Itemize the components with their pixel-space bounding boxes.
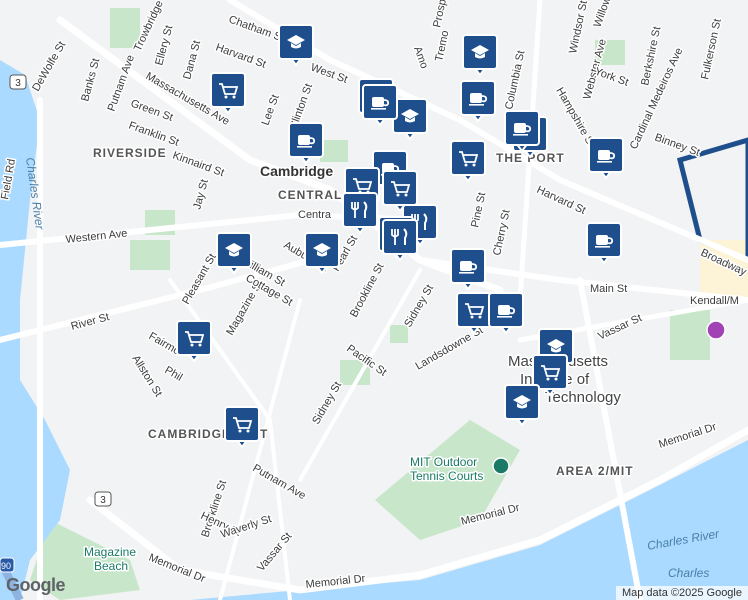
charles-label: Charles	[668, 566, 709, 580]
education-marker[interactable]	[304, 232, 340, 275]
riverside-label: RIVERSIDE	[93, 146, 167, 160]
google-logo: Google	[6, 575, 66, 595]
grocery-marker[interactable]	[176, 320, 212, 363]
park	[670, 310, 710, 360]
cafe-marker[interactable]	[586, 222, 622, 265]
park	[130, 240, 170, 270]
cafe-marker[interactable]	[504, 110, 540, 153]
tennis-poi-icon[interactable]	[492, 457, 510, 475]
cafe-marker[interactable]	[460, 80, 496, 123]
kendall-label: Kendall/M	[690, 295, 739, 307]
svg-text:90: 90	[1, 561, 11, 571]
education-marker[interactable]	[504, 384, 540, 427]
cafe-marker[interactable]	[288, 122, 324, 165]
cafe-marker[interactable]	[488, 292, 524, 335]
magazine-beach-label-1: Magazine	[84, 545, 136, 559]
cafe-marker[interactable]	[588, 137, 624, 180]
cafe-marker[interactable]	[362, 84, 398, 127]
restaurant-marker[interactable]	[382, 219, 418, 262]
route-3-shield-south: 3	[94, 491, 112, 507]
cambridge-label: Cambridge	[260, 163, 333, 179]
education-marker[interactable]	[278, 24, 314, 67]
route-90-shield: 90	[0, 557, 15, 573]
grocery-marker[interactable]	[456, 292, 492, 335]
university-poi-icon[interactable]	[706, 320, 726, 340]
route-3-shield-north: 3	[9, 74, 27, 90]
magazine-beach-label-2: Beach	[94, 559, 128, 573]
central-label: CENTRAL	[278, 188, 342, 202]
grocery-marker[interactable]	[224, 406, 260, 449]
svg-text:3: 3	[100, 495, 106, 506]
central-sq-label: Centra	[298, 209, 332, 221]
mit-tennis-label-2: Tennis Courts	[410, 469, 483, 483]
mit-label-3: Technology	[545, 389, 621, 406]
park	[320, 140, 348, 162]
area-2-mit-label: AREA 2/MIT	[556, 464, 634, 478]
restaurant-marker[interactable]	[342, 192, 378, 235]
education-marker[interactable]	[462, 34, 498, 77]
grocery-marker[interactable]	[450, 140, 486, 183]
cafe-marker[interactable]	[450, 248, 486, 291]
grocery-marker[interactable]	[210, 72, 246, 115]
map-attribution[interactable]: Map data ©2025 Google	[615, 586, 748, 600]
map-canvas[interactable]: RIVERSIDE CAMBRIDGEPORT THE PORT AREA 2/…	[0, 0, 748, 600]
street-label: Main St	[590, 283, 627, 295]
park	[390, 325, 408, 343]
education-marker[interactable]	[392, 98, 428, 141]
mit-tennis-label-1: MIT Outdoor	[410, 455, 477, 469]
education-marker[interactable]	[216, 232, 252, 275]
svg-text:3: 3	[15, 78, 21, 89]
